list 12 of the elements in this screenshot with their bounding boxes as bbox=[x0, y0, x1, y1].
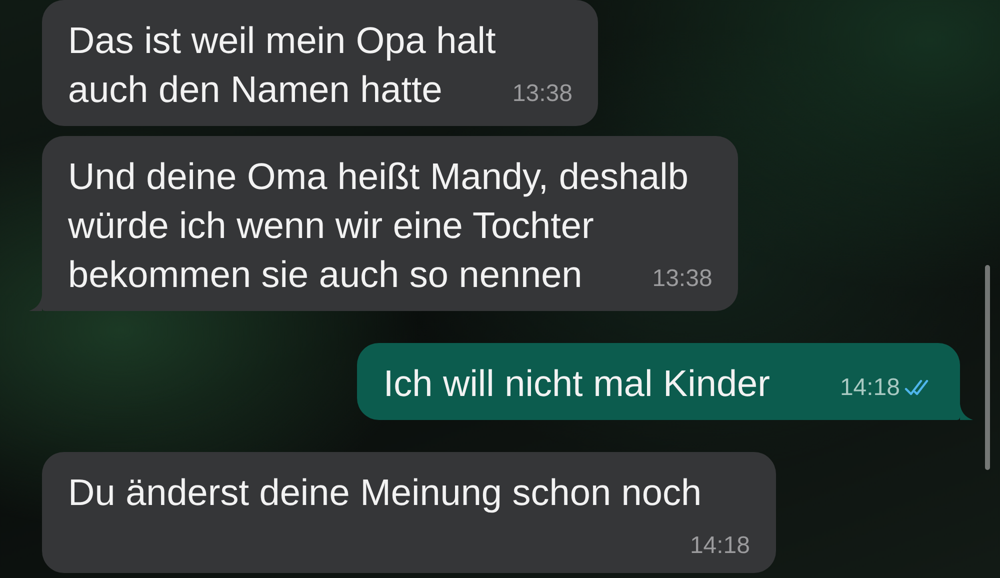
message-text-line: würde ich wenn wir eine Tochter bbox=[68, 205, 594, 246]
message-time: 14:18 bbox=[840, 373, 900, 403]
message-text-line: Du änderst deine Meinung schon noch bbox=[68, 472, 702, 513]
scrollbar[interactable] bbox=[985, 265, 990, 470]
message-text-line: bekommen sie auch so nennen bbox=[68, 254, 582, 295]
message-text-line: Das ist weil mein Opa halt bbox=[68, 20, 496, 61]
message-time: 13:38 bbox=[512, 79, 572, 109]
message-time: 14:18 bbox=[690, 531, 750, 561]
message-time: 13:38 bbox=[652, 264, 712, 294]
message-text-line: Und deine Oma heißt Mandy, deshalb bbox=[68, 156, 688, 197]
message-text-line: auch den Namen hatte bbox=[68, 69, 442, 110]
message-text-line: Ich will nicht mal Kinder bbox=[383, 363, 770, 404]
